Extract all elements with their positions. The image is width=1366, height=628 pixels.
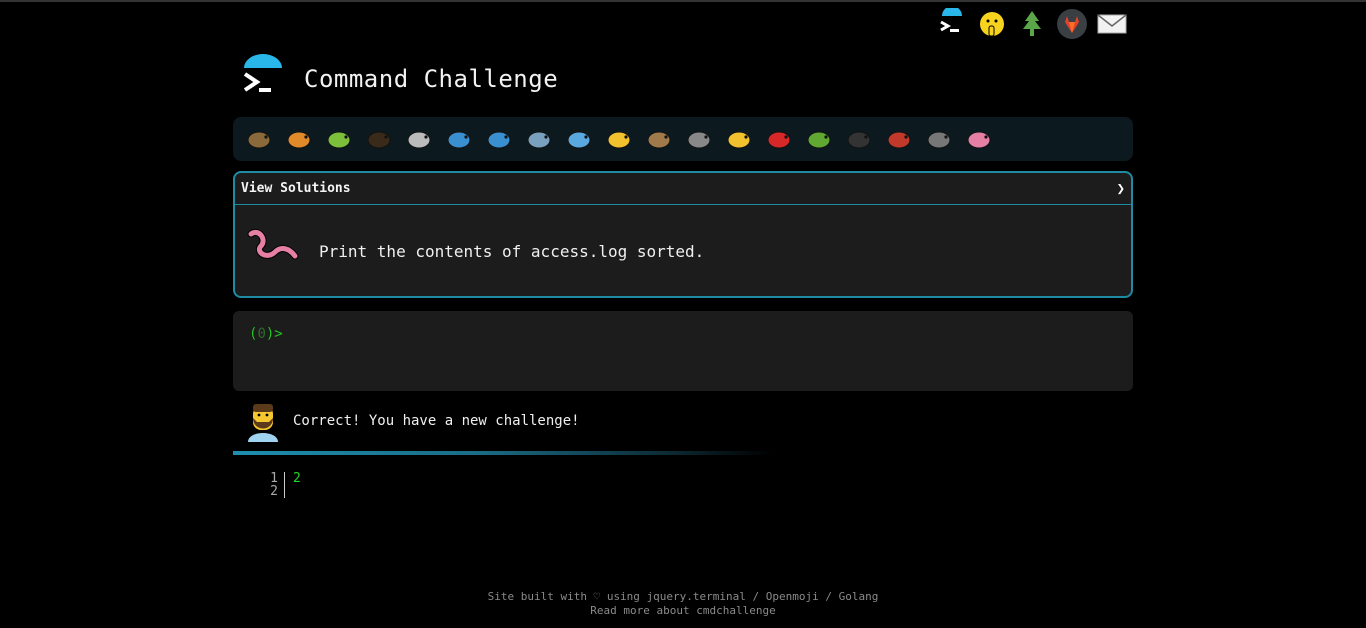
- line-number: 2: [270, 484, 278, 499]
- line-numbers: 1 2: [260, 472, 285, 498]
- scorpion-icon[interactable]: [879, 121, 919, 157]
- top-nav: [934, 6, 1130, 42]
- output-lines: 2: [285, 472, 301, 498]
- butterfly-icon[interactable]: [279, 121, 319, 157]
- golang-link[interactable]: Golang: [839, 590, 879, 603]
- ant-icon[interactable]: [359, 121, 399, 157]
- evergreen-tree-icon[interactable]: [1014, 6, 1050, 42]
- wolf-icon[interactable]: [679, 121, 719, 157]
- jquery-terminal-link[interactable]: jquery.terminal: [647, 590, 746, 603]
- progress-bar: [233, 451, 773, 455]
- caterpillar-icon[interactable]: [319, 121, 359, 157]
- fish-icon[interactable]: [559, 121, 599, 157]
- challenge-selector: [233, 117, 1133, 161]
- feedback-message: Correct! You have a new challenge!: [293, 413, 580, 429]
- cricket-icon[interactable]: [799, 121, 839, 157]
- challenge-text: Print the contents of access.log sorted.: [319, 241, 705, 261]
- openmoji-link[interactable]: Openmoji: [766, 590, 819, 603]
- terminal-prompt: (0)>: [249, 326, 283, 342]
- fly-icon[interactable]: [919, 121, 959, 157]
- dolphin-icon[interactable]: [519, 121, 559, 157]
- spider-web-icon[interactable]: [399, 121, 439, 157]
- read-more-link[interactable]: Read more about cmdchallenge: [0, 604, 1366, 618]
- spouting-whale-icon[interactable]: [479, 121, 519, 157]
- view-solutions-label: View Solutions: [241, 181, 351, 196]
- footer: Site built with ♡ using jquery.terminal …: [0, 590, 1366, 618]
- footer-line-1: Site built with ♡ using jquery.terminal …: [487, 590, 879, 603]
- header: Command Challenge: [240, 54, 558, 104]
- worm-icon: [247, 229, 299, 260]
- gitlab-icon[interactable]: [1054, 6, 1090, 42]
- output-panel: 1 2 2: [260, 472, 301, 498]
- terminal-input[interactable]: (0)>: [233, 311, 1133, 391]
- ladybug-icon[interactable]: [759, 121, 799, 157]
- envelope-icon[interactable]: [1094, 6, 1130, 42]
- challenge-panel: View Solutions ❯ Print the contents of a…: [233, 171, 1133, 298]
- feedback: Correct! You have a new challenge!: [244, 400, 580, 442]
- avatar: [248, 404, 278, 442]
- view-solutions-toggle[interactable]: View Solutions ❯: [235, 173, 1131, 205]
- page-title: Command Challenge: [304, 65, 559, 93]
- bee-icon[interactable]: [719, 121, 759, 157]
- chevron-right-icon: ❯: [1116, 180, 1125, 197]
- worm-icon[interactable]: [959, 121, 999, 157]
- challenge-body: Print the contents of access.log sorted.: [235, 205, 1131, 297]
- logo-icon[interactable]: [240, 54, 286, 104]
- tropical-fish-icon[interactable]: [599, 121, 639, 157]
- shushing-face-icon[interactable]: [974, 6, 1010, 42]
- whale-icon[interactable]: [439, 121, 479, 157]
- spider-icon[interactable]: [839, 121, 879, 157]
- terminal-icon[interactable]: [934, 6, 970, 42]
- blowfish-icon[interactable]: [639, 121, 679, 157]
- snail-icon[interactable]: [239, 121, 279, 157]
